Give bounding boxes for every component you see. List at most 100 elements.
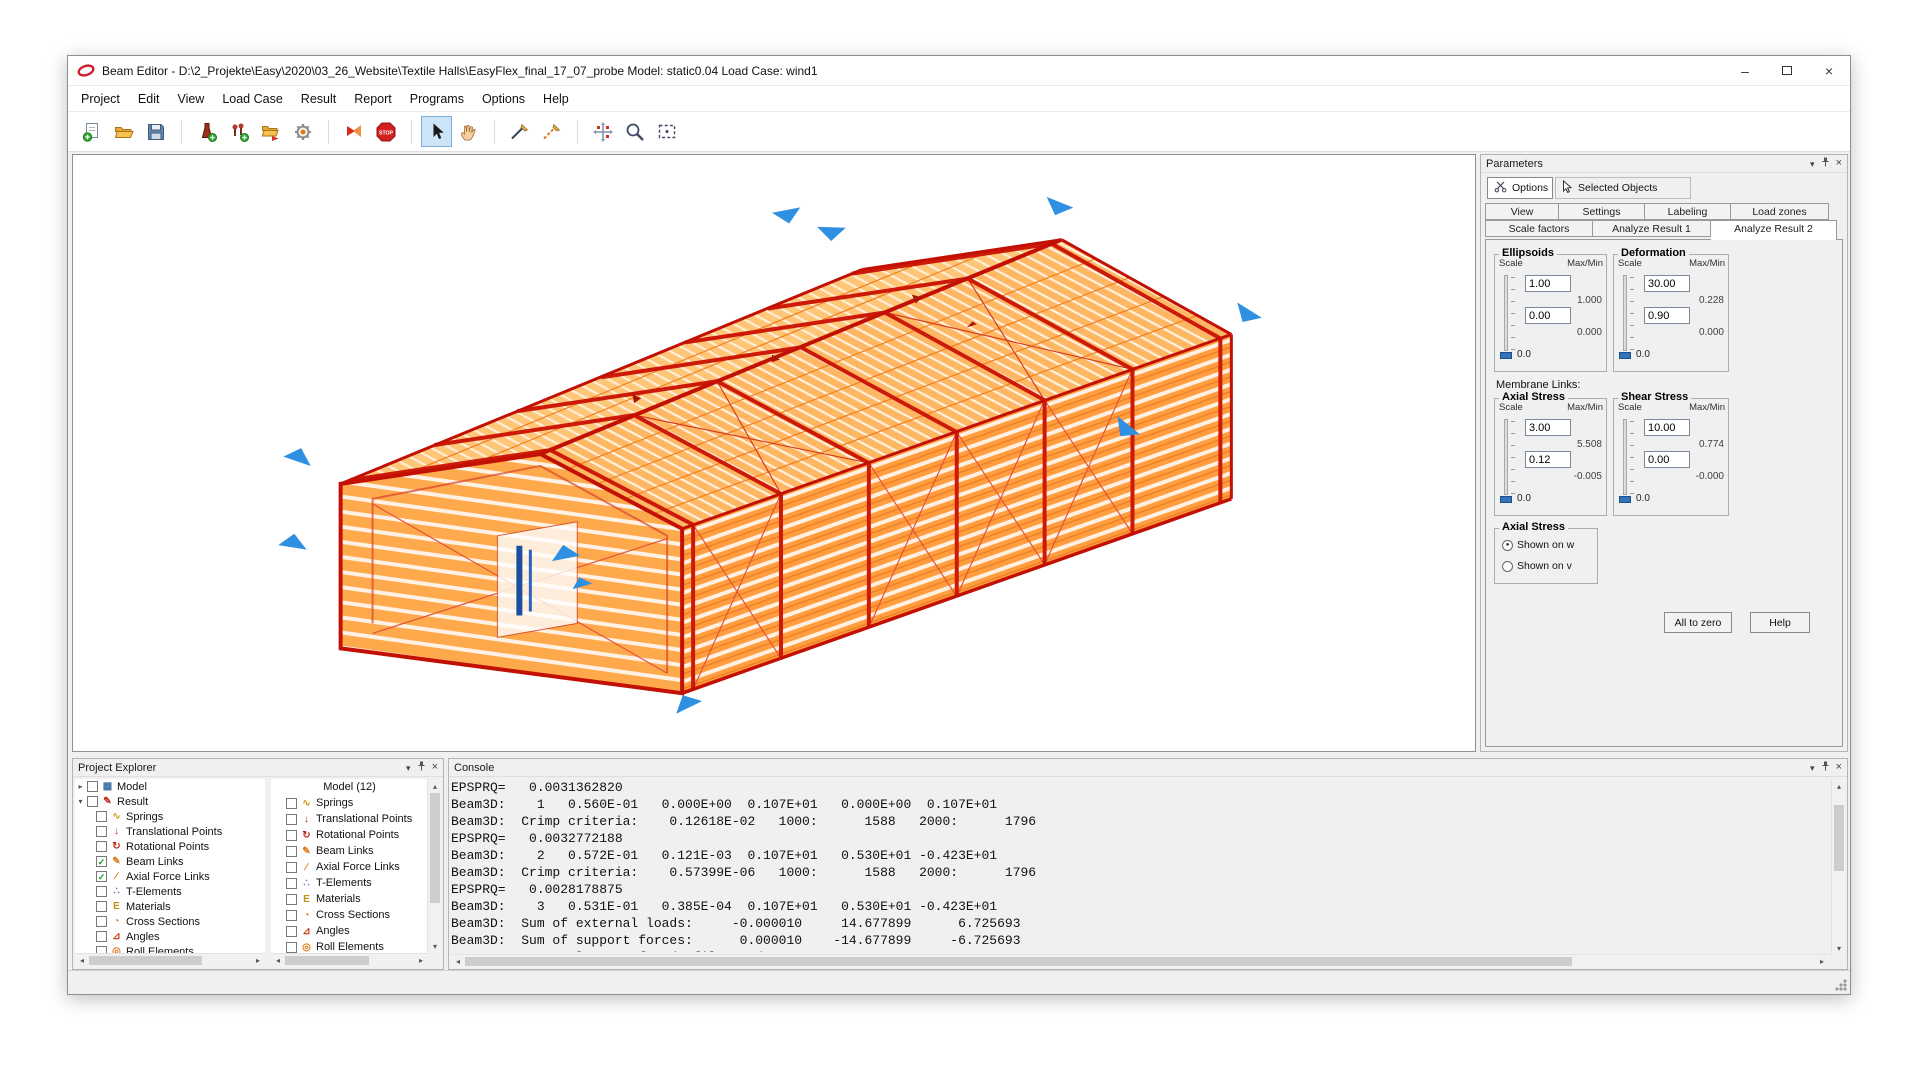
draw-beam-button[interactable] <box>504 116 535 147</box>
list-horizontal-scrollbar[interactable]: ◂ ▸ <box>271 953 428 967</box>
scale-slider[interactable] <box>1623 419 1627 495</box>
pan-hand-button[interactable] <box>453 116 484 147</box>
minimize-button[interactable]: – <box>1724 56 1766 85</box>
checkbox[interactable] <box>96 841 107 852</box>
tree-item-rotational-points[interactable]: ↻Rotational Points <box>75 839 265 854</box>
tab-analyze-result-1[interactable]: Analyze Result 1 <box>1593 220 1711 237</box>
slider-handle[interactable] <box>1500 352 1512 359</box>
maximize-button[interactable] <box>1766 56 1808 85</box>
chevron-down-icon[interactable]: ▾ <box>1810 159 1815 169</box>
result-flag-button[interactable] <box>338 116 369 147</box>
move-nodes-button[interactable] <box>587 116 618 147</box>
checkbox[interactable] <box>286 798 297 809</box>
checkbox[interactable] <box>286 862 297 873</box>
scroll-down-icon[interactable]: ▾ <box>428 939 442 953</box>
tab-load-zones[interactable]: Load zones <box>1731 203 1829 220</box>
list-item-springs[interactable]: ∿Springs <box>271 795 428 811</box>
console-horizontal-scrollbar[interactable]: ◂ ▸ <box>451 954 1829 968</box>
tree-item-translational-points[interactable]: ↓Translational Points <box>75 824 265 839</box>
close-panel-icon[interactable]: × <box>432 762 438 773</box>
radio-icon[interactable]: ● <box>1502 540 1513 551</box>
add-points-button[interactable] <box>223 116 254 147</box>
tree-item-beam-links[interactable]: ✓✎Beam Links <box>75 854 265 869</box>
model-list[interactable]: Model (12) ∿Springs ↓Translational Point… <box>271 779 428 953</box>
max-scale-input[interactable] <box>1644 419 1690 436</box>
max-scale-input[interactable] <box>1525 275 1571 292</box>
tree-item-result[interactable]: ▾✎Result <box>75 794 265 809</box>
checkbox[interactable]: ✓ <box>96 856 107 867</box>
scroll-right-icon[interactable]: ▸ <box>414 954 428 968</box>
checkbox[interactable] <box>96 886 107 897</box>
slider-handle[interactable] <box>1500 496 1512 503</box>
close-button[interactable]: × <box>1808 56 1850 85</box>
scroll-thumb[interactable] <box>1834 805 1844 872</box>
expander-icon[interactable]: ▾ <box>75 797 86 806</box>
checkbox[interactable] <box>87 781 98 792</box>
max-scale-input[interactable] <box>1644 275 1690 292</box>
menu-programs[interactable]: Programs <box>401 86 473 112</box>
menu-result[interactable]: Result <box>292 86 345 112</box>
list-item-axial-force-links[interactable]: ∕Axial Force Links <box>271 859 428 875</box>
checkbox[interactable] <box>286 910 297 921</box>
3d-model-view[interactable] <box>73 155 1475 751</box>
checkbox[interactable] <box>96 916 107 927</box>
checkbox[interactable] <box>96 901 107 912</box>
checkbox[interactable] <box>286 814 297 825</box>
checkbox[interactable]: ✓ <box>96 871 107 882</box>
list-item-rotational-points[interactable]: ↻Rotational Points <box>271 827 428 843</box>
checkbox[interactable] <box>96 946 107 953</box>
scroll-thumb[interactable] <box>89 956 202 965</box>
checkbox[interactable] <box>286 942 297 953</box>
tree-item-roll-elements[interactable]: ◎Roll Elements <box>75 944 265 953</box>
checkbox[interactable] <box>286 894 297 905</box>
options-mode-button[interactable]: Options <box>1487 177 1553 199</box>
scroll-right-icon[interactable]: ▸ <box>251 954 265 968</box>
scale-slider[interactable] <box>1623 275 1627 351</box>
min-scale-input[interactable] <box>1644 451 1690 468</box>
scroll-thumb[interactable] <box>465 957 1572 966</box>
close-panel-icon[interactable]: × <box>1836 158 1842 169</box>
checkbox[interactable] <box>96 826 107 837</box>
open-result-button[interactable] <box>255 116 286 147</box>
expander-icon[interactable]: ▸ <box>75 782 86 791</box>
scroll-down-icon[interactable]: ▾ <box>1832 941 1846 955</box>
tab-settings[interactable]: Settings <box>1559 203 1645 220</box>
list-item-angles[interactable]: ⊿Angles <box>271 923 428 939</box>
chevron-down-icon[interactable]: ▾ <box>1810 763 1815 773</box>
menu-report[interactable]: Report <box>345 86 401 112</box>
tree-item-angles[interactable]: ⊿Angles <box>75 929 265 944</box>
tree-item-t-elements[interactable]: ∴T-Elements <box>75 884 265 899</box>
checkbox[interactable] <box>96 811 107 822</box>
checkbox[interactable] <box>286 878 297 889</box>
select-arrow-button[interactable] <box>421 116 452 147</box>
scroll-thumb[interactable] <box>285 956 369 965</box>
tab-scale-factors[interactable]: Scale factors <box>1485 220 1593 237</box>
list-item-beam-links[interactable]: ✎Beam Links <box>271 843 428 859</box>
pin-icon[interactable] <box>417 761 426 774</box>
selected-objects-mode-button[interactable]: Selected Objects <box>1555 177 1691 199</box>
checkbox[interactable] <box>286 830 297 841</box>
tab-analyze-result-2[interactable]: Analyze Result 2 <box>1711 220 1837 240</box>
tree-horizontal-scrollbar[interactable]: ◂ ▸ <box>75 953 265 967</box>
tab-view[interactable]: View <box>1485 203 1559 220</box>
scroll-left-icon[interactable]: ◂ <box>451 955 465 969</box>
menu-load-case[interactable]: Load Case <box>213 86 291 112</box>
list-item-cross-sections[interactable]: ◔Cross Sections <box>271 907 428 923</box>
pin-icon[interactable] <box>1821 761 1830 774</box>
list-item-translational-points[interactable]: ↓Translational Points <box>271 811 428 827</box>
list-vertical-scrollbar[interactable]: ▴ ▾ <box>427 779 442 953</box>
tree-item-axial-force-links[interactable]: ✓∕Axial Force Links <box>75 869 265 884</box>
menu-view[interactable]: View <box>168 86 213 112</box>
console-vertical-scrollbar[interactable]: ▴ ▾ <box>1831 779 1846 955</box>
scroll-right-icon[interactable]: ▸ <box>1815 955 1829 969</box>
save-project-button[interactable] <box>140 116 171 147</box>
add-model-button[interactable] <box>191 116 222 147</box>
radio-icon[interactable] <box>1502 561 1513 572</box>
all-to-zero-button[interactable]: All to zero <box>1664 612 1732 633</box>
scroll-left-icon[interactable]: ◂ <box>271 954 285 968</box>
scroll-up-icon[interactable]: ▴ <box>428 779 442 793</box>
radio-shown-on-v[interactable]: Shown on v <box>1502 560 1572 572</box>
tree-item-model[interactable]: ▸▦Model <box>75 779 265 794</box>
chevron-down-icon[interactable]: ▾ <box>406 763 411 773</box>
menu-edit[interactable]: Edit <box>129 86 169 112</box>
